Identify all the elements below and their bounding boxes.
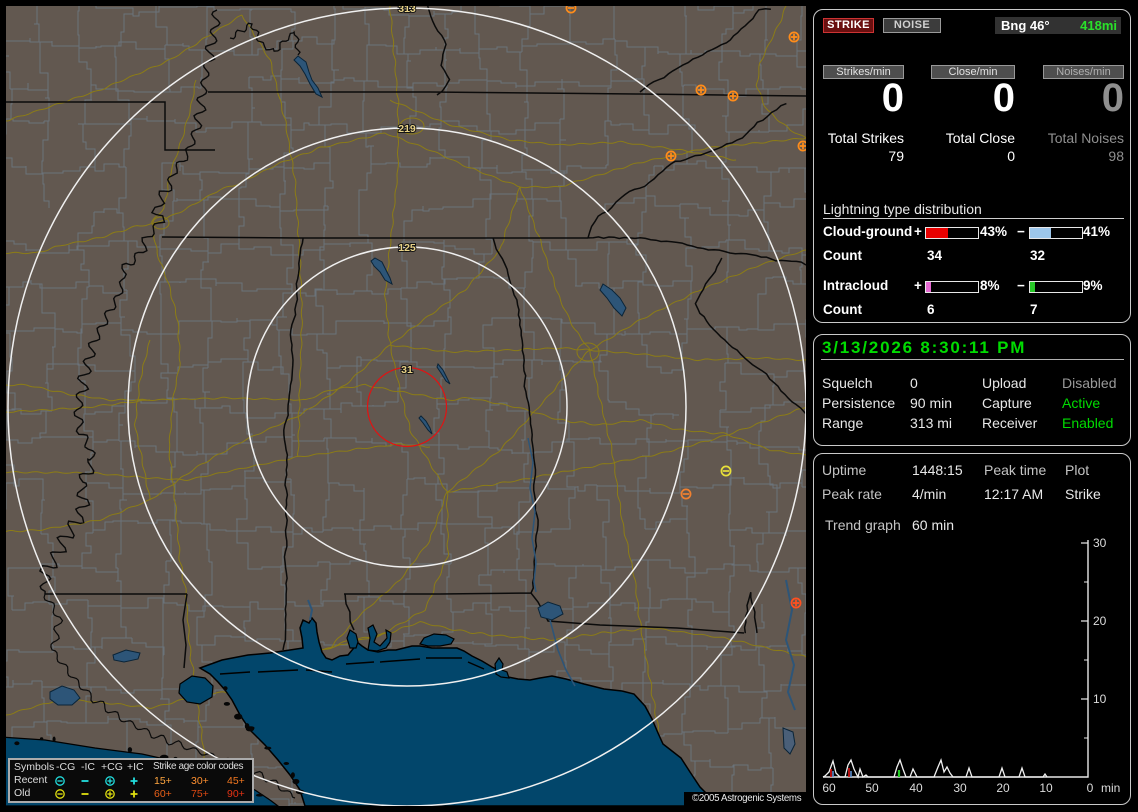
svg-text:125: 125 [398,242,416,254]
svg-text:31: 31 [401,364,413,376]
svg-text:313: 313 [398,6,416,15]
svg-text:min: min [1101,781,1120,795]
svg-text:20: 20 [996,781,1010,795]
svg-text:219: 219 [398,123,416,135]
svg-text:50: 50 [865,781,879,795]
svg-text:10: 10 [1093,692,1107,706]
svg-text:40: 40 [909,781,923,795]
svg-text:30: 30 [1093,536,1107,550]
svg-text:30: 30 [953,781,967,795]
svg-text:20: 20 [1093,614,1107,628]
svg-text:10: 10 [1039,781,1053,795]
svg-text:0: 0 [1087,781,1094,795]
svg-text:60: 60 [822,781,836,795]
